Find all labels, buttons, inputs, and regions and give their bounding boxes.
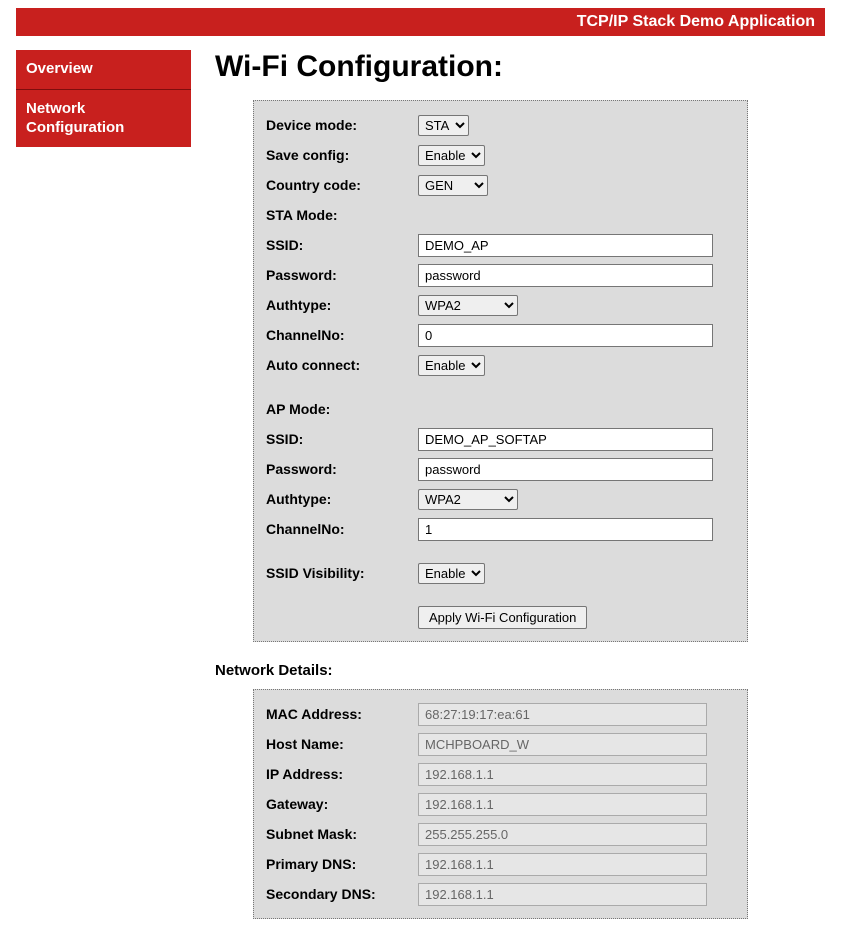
- sta-mode-heading: STA Mode:: [266, 207, 418, 223]
- ap-channelno-input[interactable]: [418, 518, 713, 541]
- save-config-label: Save config:: [266, 147, 418, 163]
- host-name-label: Host Name:: [266, 736, 418, 752]
- sidebar: Overview Network Configuration: [16, 50, 191, 919]
- ap-ssid-label: SSID:: [266, 431, 418, 447]
- gateway-label: Gateway:: [266, 796, 418, 812]
- sta-authtype-select[interactable]: WPA2: [418, 295, 518, 316]
- network-details-heading: Network Details:: [215, 662, 825, 679]
- subnet-mask-value: 255.255.255.0: [418, 823, 707, 846]
- subnet-mask-label: Subnet Mask:: [266, 826, 418, 842]
- save-config-select[interactable]: Enable: [418, 145, 485, 166]
- device-mode-label: Device mode:: [266, 117, 418, 133]
- ap-password-label: Password:: [266, 461, 418, 477]
- device-mode-select[interactable]: STA: [418, 115, 469, 136]
- gateway-value: 192.168.1.1: [418, 793, 707, 816]
- country-code-label: Country code:: [266, 177, 418, 193]
- sidebar-item-overview[interactable]: Overview: [16, 50, 191, 89]
- mac-address-value: 68:27:19:17:ea:61: [418, 703, 707, 726]
- country-code-select[interactable]: GEN: [418, 175, 488, 196]
- ssid-visibility-select[interactable]: Enable: [418, 563, 485, 584]
- mac-address-label: MAC Address:: [266, 706, 418, 722]
- ap-password-input[interactable]: [418, 458, 713, 481]
- sidebar-item-network-configuration[interactable]: Network Configuration: [16, 89, 191, 148]
- page-title: Wi-Fi Configuration:: [215, 50, 825, 84]
- apply-wifi-config-button[interactable]: Apply Wi-Fi Configuration: [418, 606, 587, 629]
- sta-channelno-label: ChannelNo:: [266, 327, 418, 343]
- sta-autoconnect-label: Auto connect:: [266, 357, 418, 373]
- sta-ssid-input[interactable]: [418, 234, 713, 257]
- sta-ssid-label: SSID:: [266, 237, 418, 253]
- ssid-visibility-label: SSID Visibility:: [266, 565, 418, 581]
- primary-dns-label: Primary DNS:: [266, 856, 418, 872]
- primary-dns-value: 192.168.1.1: [418, 853, 707, 876]
- ap-authtype-label: Authtype:: [266, 491, 418, 507]
- ap-authtype-select[interactable]: WPA2: [418, 489, 518, 510]
- sta-authtype-label: Authtype:: [266, 297, 418, 313]
- app-header: TCP/IP Stack Demo Application: [16, 8, 825, 36]
- ap-channelno-label: ChannelNo:: [266, 521, 418, 537]
- sta-autoconnect-select[interactable]: Enable: [418, 355, 485, 376]
- host-name-value: MCHPBOARD_W: [418, 733, 707, 756]
- wifi-config-panel: Device mode: STA Save config: Enable Cou…: [253, 100, 748, 642]
- sta-channelno-input[interactable]: [418, 324, 713, 347]
- network-details-panel: MAC Address: 68:27:19:17:ea:61 Host Name…: [253, 689, 748, 919]
- ip-address-label: IP Address:: [266, 766, 418, 782]
- ap-mode-heading: AP Mode:: [266, 401, 418, 417]
- sta-password-input[interactable]: [418, 264, 713, 287]
- secondary-dns-label: Secondary DNS:: [266, 886, 418, 902]
- sta-password-label: Password:: [266, 267, 418, 283]
- secondary-dns-value: 192.168.1.1: [418, 883, 707, 906]
- ip-address-value: 192.168.1.1: [418, 763, 707, 786]
- ap-ssid-input[interactable]: [418, 428, 713, 451]
